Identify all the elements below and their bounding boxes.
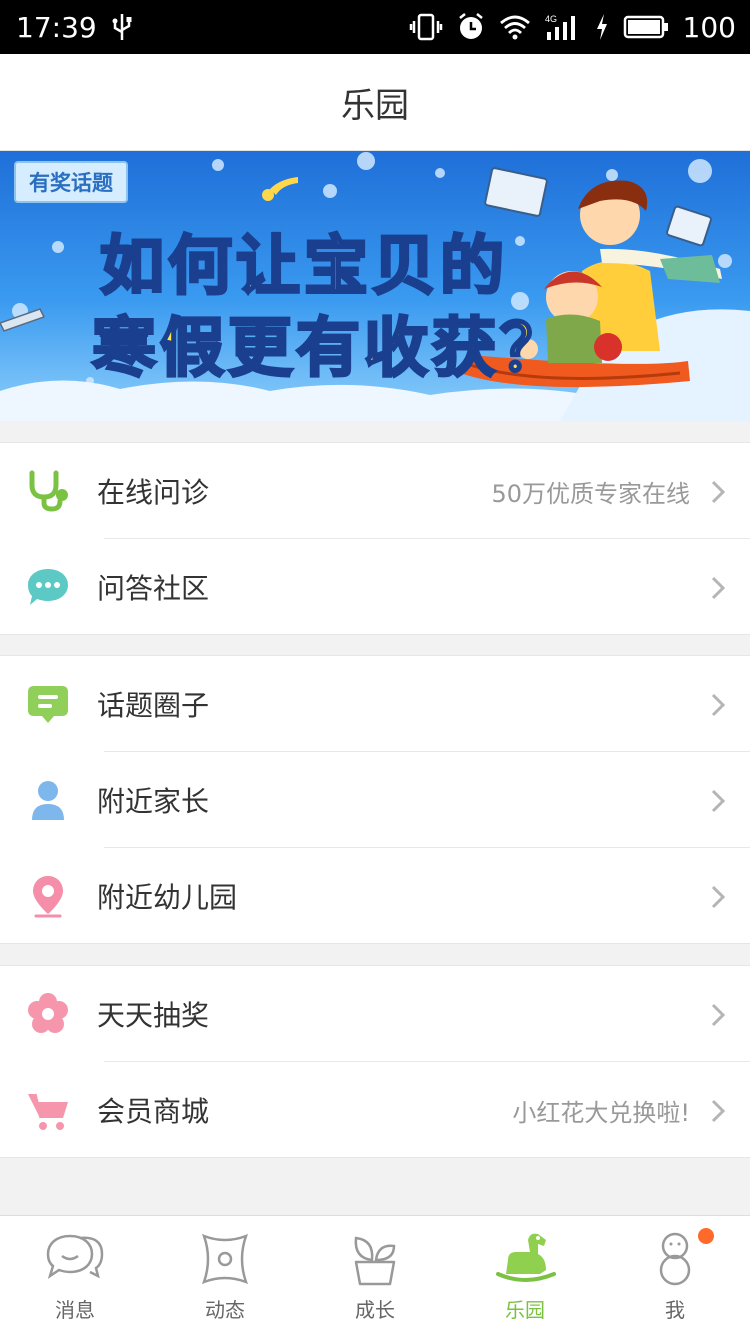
row-qa-community[interactable]: 问答社区 [0, 539, 750, 635]
alarm-icon [457, 12, 485, 42]
banner-badge: 有奖话题 [14, 161, 128, 203]
chevron-right-icon [711, 1003, 726, 1027]
battery-level: 100 [682, 10, 736, 44]
tab-growth[interactable]: 成长 [300, 1216, 450, 1333]
row-nearby-parents[interactable]: 附近家长 [0, 752, 750, 848]
topic-bubble-icon [28, 686, 68, 723]
location-pin-icon [33, 876, 63, 918]
tab-label: 我 [665, 1298, 685, 1322]
pinwheel-icon [201, 1233, 249, 1285]
row-label: 在线问诊 [97, 476, 210, 509]
row-online-consult[interactable]: 在线问诊 50万优质专家在线 [0, 443, 750, 539]
tab-label: 动态 [205, 1298, 245, 1322]
usb-icon [111, 12, 133, 42]
status-bar: 17:39 4G 100 [0, 0, 750, 54]
status-time: 17:39 [16, 10, 97, 44]
banner-headline-line2: 寒假更有收获？ [91, 311, 568, 388]
section-community: 话题圈子 附近家长 附近幼儿园 [0, 655, 750, 944]
row-daily-lottery[interactable]: 天天抽奖 [0, 966, 750, 1062]
chevron-right-icon [711, 480, 726, 504]
bottom-tab-bar: 消息 动态 成长 乐园 我 [0, 1215, 750, 1333]
battery-icon [623, 14, 669, 40]
section-rewards: 天天抽奖 会员商城 小红花大兑换啦! [0, 965, 750, 1158]
row-hint: 小红花大兑换啦! [512, 1098, 690, 1127]
tab-messages[interactable]: 消息 [0, 1216, 150, 1333]
banner-headline-line1: 如何让宝贝的 [99, 229, 508, 306]
row-label: 附近家长 [97, 785, 210, 818]
chevron-right-icon [711, 789, 726, 813]
shopping-cart-icon [28, 1093, 68, 1130]
row-label: 会员商城 [97, 1095, 210, 1128]
person-icon [32, 781, 64, 820]
tab-label: 乐园 [505, 1298, 545, 1322]
plant-pot-icon [354, 1236, 396, 1286]
signal-4g-icon: 4G [545, 12, 581, 42]
row-label: 天天抽奖 [97, 999, 210, 1032]
row-label: 话题圈子 [97, 689, 210, 722]
chevron-right-icon [711, 693, 726, 717]
tab-label: 消息 [55, 1298, 95, 1322]
vibrate-icon [409, 12, 443, 42]
row-label: 问答社区 [97, 572, 210, 605]
charging-icon [595, 13, 609, 41]
tab-feed[interactable]: 动态 [150, 1216, 300, 1333]
chevron-right-icon [711, 885, 726, 909]
row-topic-circles[interactable]: 话题圈子 [0, 656, 750, 752]
notification-dot [698, 1228, 714, 1244]
wifi-icon [499, 14, 531, 40]
stethoscope-icon [29, 470, 68, 512]
chevron-right-icon [711, 576, 726, 600]
row-member-mall[interactable]: 会员商城 小红花大兑换啦! [0, 1062, 750, 1158]
row-nearby-kindergarten[interactable]: 附近幼儿园 [0, 848, 750, 944]
svg-text:4G: 4G [545, 14, 557, 24]
promo-banner[interactable]: 有奖话题 如何让宝贝的 寒假更有收获？ [0, 151, 750, 421]
section-consult: 在线问诊 50万优质专家在线 问答社区 [0, 442, 750, 635]
flower-icon [28, 993, 68, 1033]
row-hint: 50万优质专家在线 [491, 479, 690, 508]
top-header: 乐园 [0, 54, 750, 151]
tab-label: 成长 [355, 1298, 395, 1322]
chevron-right-icon [711, 1099, 726, 1123]
rocking-horse-icon [496, 1233, 556, 1282]
tab-playground[interactable]: 乐园 [450, 1216, 600, 1333]
chat-bubble-icon [28, 569, 68, 605]
snowman-user-icon [659, 1232, 691, 1286]
row-label: 附近幼儿园 [97, 881, 238, 914]
tab-me[interactable]: 我 [600, 1216, 750, 1333]
page-title: 乐园 [341, 85, 409, 126]
message-icon [46, 1234, 104, 1279]
